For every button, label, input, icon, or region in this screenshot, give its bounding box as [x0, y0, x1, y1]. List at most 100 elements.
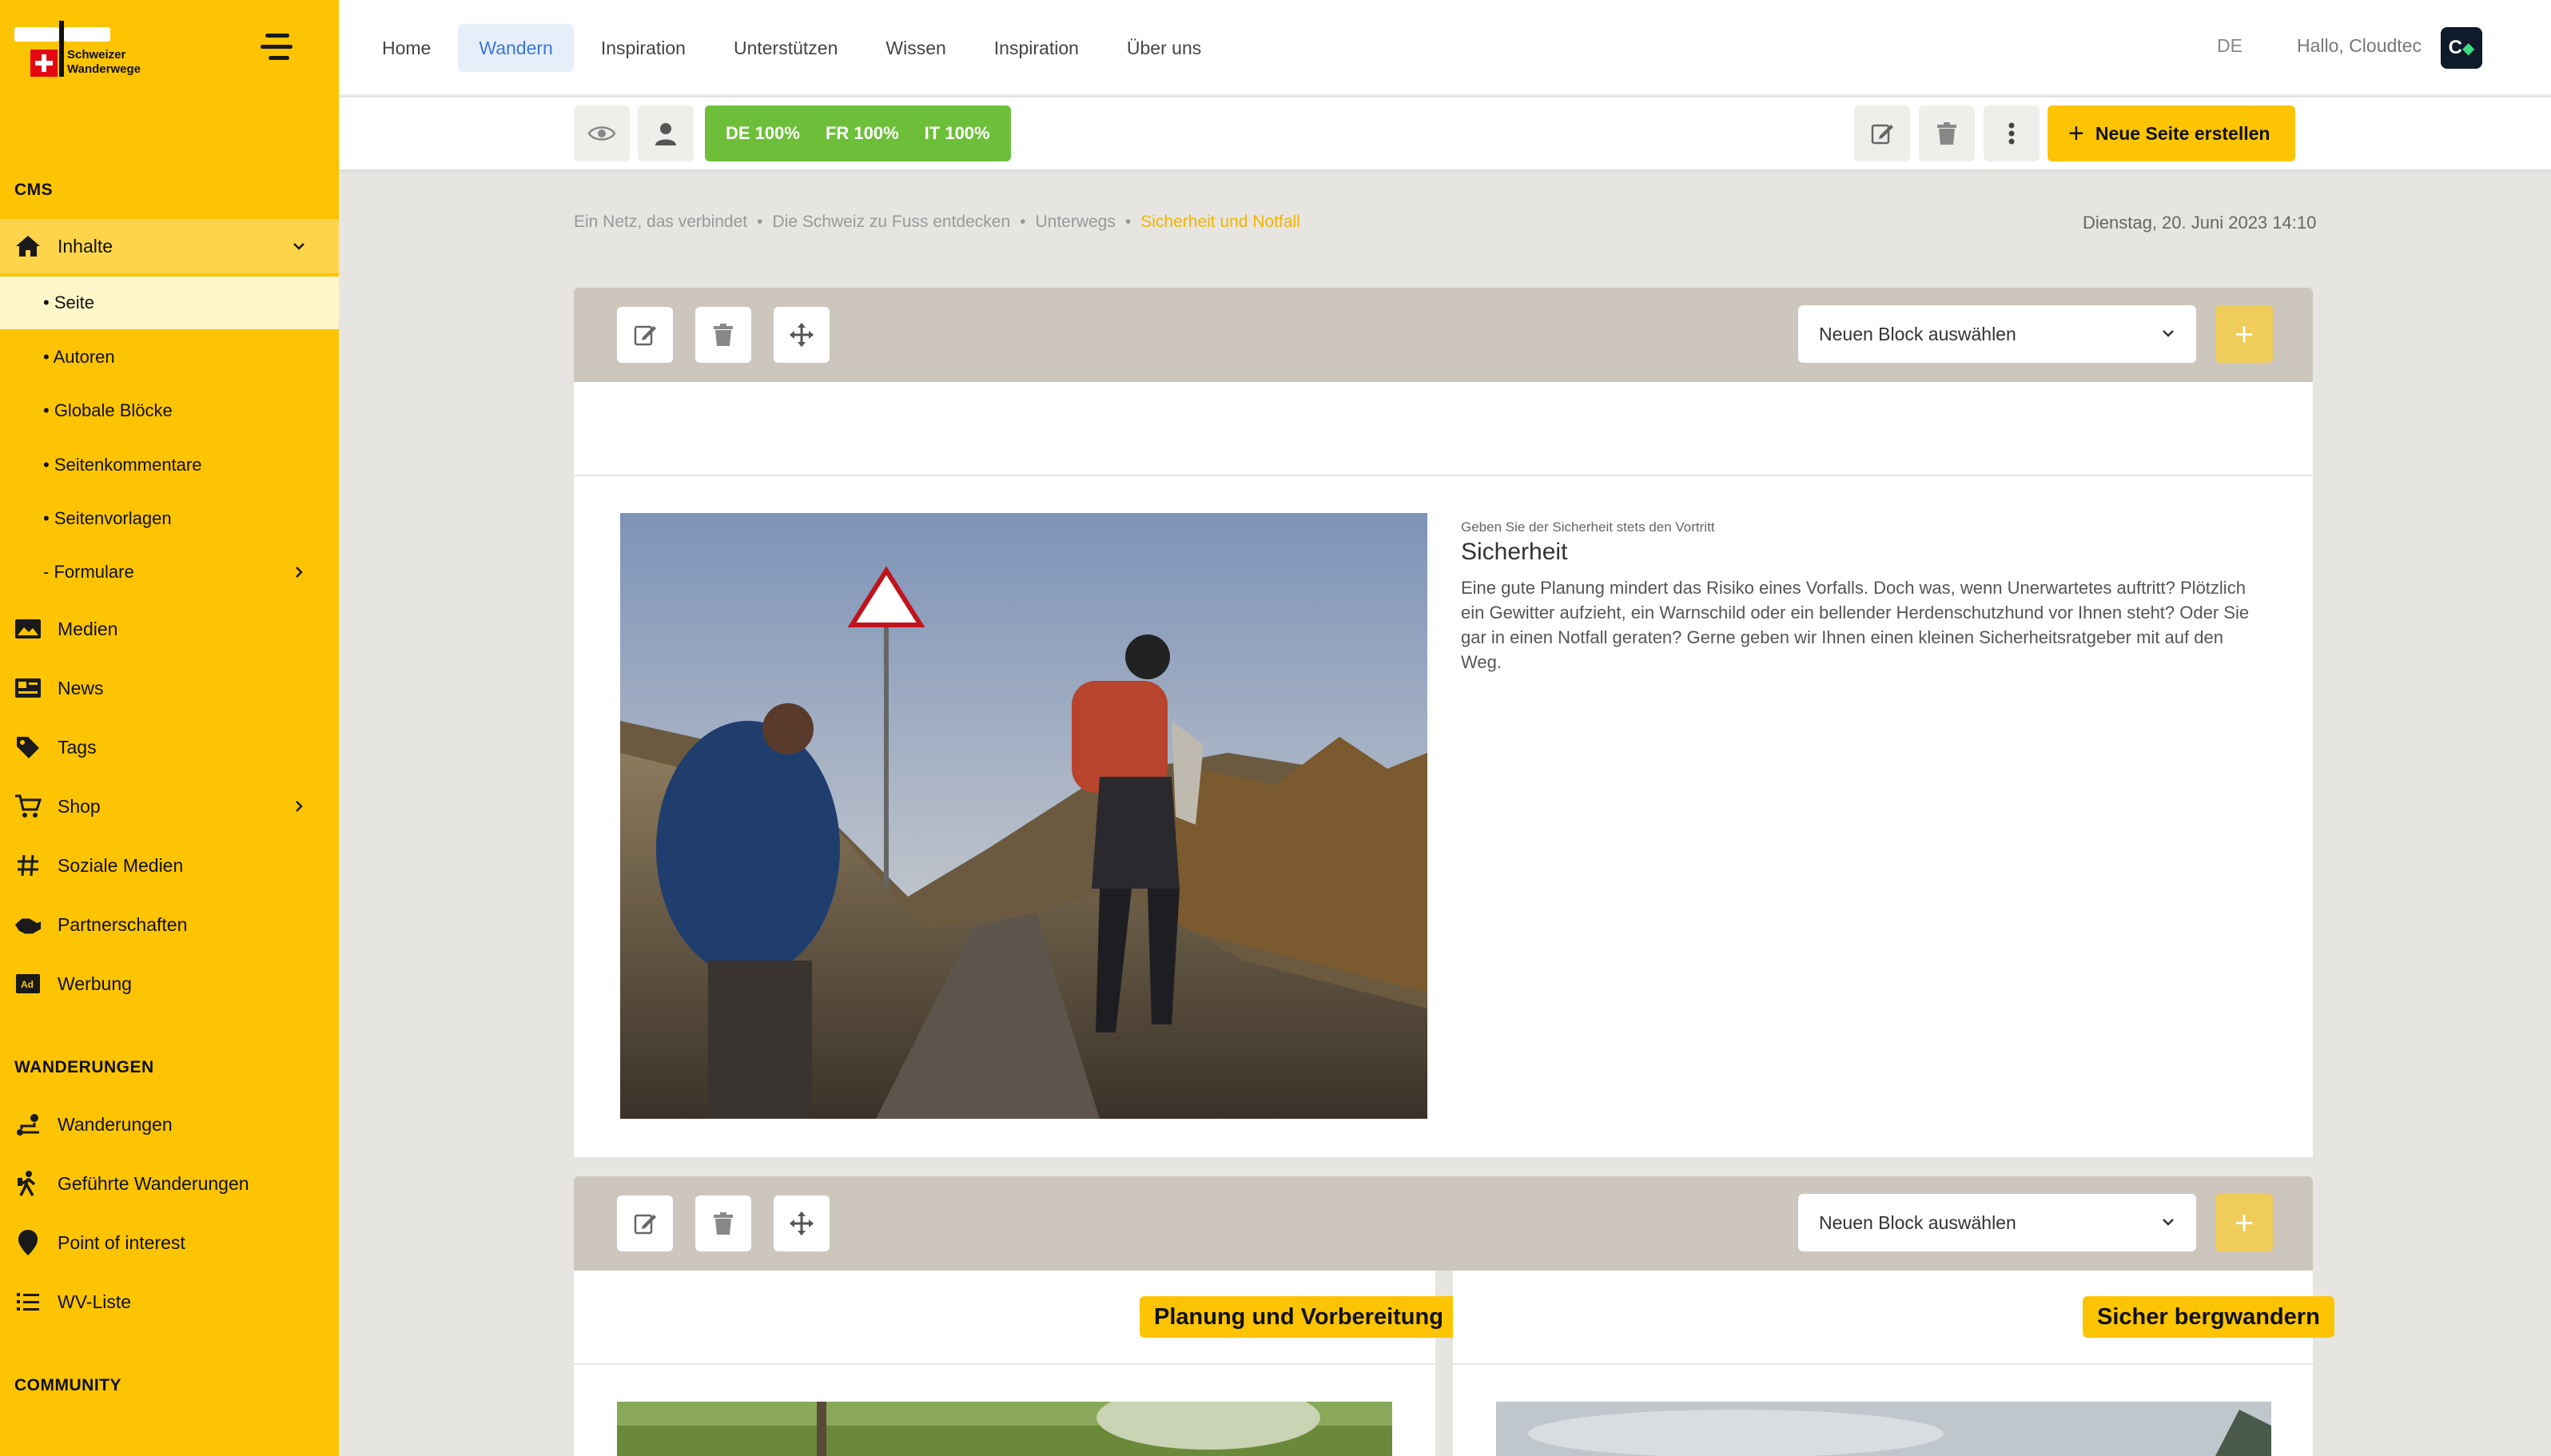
- home-icon: [14, 233, 42, 260]
- block-type-select[interactable]: Neuen Block auswählen: [1798, 305, 2196, 363]
- edit-block-button[interactable]: [617, 307, 673, 363]
- move-block-button[interactable]: [774, 307, 830, 363]
- add-block-button[interactable]: +: [2215, 305, 2273, 363]
- logo-text-line2: Wanderwege: [67, 62, 141, 76]
- breadcrumb-separator: •: [1020, 213, 1026, 231]
- block-toolbar: Neuen Block auswählen +: [574, 288, 2313, 382]
- nav-inspiration-2[interactable]: Inspiration: [973, 24, 1100, 72]
- logo-text-line1: Schweizer: [67, 48, 126, 62]
- handshake-icon: [14, 911, 42, 938]
- nav-wandern[interactable]: Wandern: [458, 24, 574, 72]
- nav-wissen[interactable]: Wissen: [865, 24, 966, 72]
- trash-icon: [1937, 122, 1956, 145]
- block-kicker: Geben Sie der Sicherheit stets den Vortr…: [1461, 519, 1715, 535]
- block-select-value: Neuen Block auswählen: [1819, 1211, 2016, 1233]
- nav-ueber-uns[interactable]: Über uns: [1106, 24, 1222, 72]
- nav-unterstuetzen[interactable]: Unterstützen: [713, 24, 858, 72]
- lang-status-de[interactable]: DE 100%: [713, 123, 813, 144]
- logo-post: [59, 21, 64, 77]
- breadcrumb: Ein Netz, das verbindet • Die Schweiz zu…: [574, 213, 1300, 232]
- sidebar-item-partnerschaften[interactable]: Partnerschaften: [0, 897, 339, 952]
- sidebar-item-werbung[interactable]: Ad Werbung: [0, 957, 339, 1011]
- map-pin-icon: [14, 1229, 42, 1256]
- sidebar-subitem-globale-bloecke[interactable]: • Globale Blöcke: [0, 384, 339, 437]
- edit-block-button[interactable]: [617, 1195, 673, 1251]
- cart-icon: [14, 793, 42, 820]
- translation-status: DE 100% FR 100% IT 100%: [705, 105, 1011, 161]
- delete-block-button[interactable]: [695, 1195, 751, 1251]
- preview-button[interactable]: [574, 105, 630, 161]
- teaser-photo-left: [617, 1402, 1392, 1456]
- sidebar-item-label: Geführte Wanderungen: [58, 1172, 249, 1194]
- sidebar-subitem-formulare[interactable]: - Formulare: [0, 546, 339, 599]
- sidebar-item-point-of-interest[interactable]: Point of interest: [0, 1215, 339, 1270]
- sidebar-item-inhalte[interactable]: Inhalte: [0, 219, 339, 273]
- newspaper-icon: [14, 674, 42, 702]
- sidebar-subitem-label: • Seite: [43, 292, 94, 312]
- menu-toggle-icon[interactable]: [261, 34, 296, 61]
- more-options-button[interactable]: [1984, 105, 2040, 161]
- new-page-label: Neue Seite erstellen: [2095, 122, 2270, 144]
- hikers-photo[interactable]: [620, 513, 1427, 1119]
- svg-text:Ad: Ad: [21, 979, 34, 990]
- language-switch[interactable]: DE: [2217, 35, 2243, 57]
- breadcrumb-item[interactable]: Die Schweiz zu Fuss entdecken: [772, 213, 1010, 232]
- teaser-tag-right: Sicher bergwandern: [2083, 1296, 2334, 1338]
- new-page-button[interactable]: + Neue Seite erstellen: [2048, 105, 2295, 161]
- sidebar-subitem-autoren[interactable]: • Autoren: [0, 331, 339, 384]
- sidebar-item-wanderungen[interactable]: Wanderungen: [0, 1097, 339, 1152]
- sidebar-item-gefuehrte-wanderungen[interactable]: Geführte Wanderungen: [0, 1156, 339, 1211]
- sidebar-item-shop[interactable]: Shop: [0, 779, 339, 833]
- list-icon: [14, 1288, 42, 1315]
- trash-icon: [714, 324, 733, 346]
- logo-sign-right: [64, 27, 110, 42]
- delete-page-button[interactable]: [1919, 105, 1975, 161]
- sidebar-subitem-seite[interactable]: • Seite: [0, 276, 339, 329]
- nav-home[interactable]: Home: [361, 24, 452, 72]
- sidebar-subitem-seitenvorlagen[interactable]: • Seitenvorlagen: [0, 492, 339, 545]
- more-vertical-icon: [2008, 122, 2015, 145]
- hashtag-icon: [14, 852, 42, 879]
- divider: [574, 1363, 1435, 1365]
- sidebar-item-label: Soziale Medien: [58, 854, 184, 876]
- sidebar-subitem-label: - Formulare: [43, 562, 134, 582]
- breadcrumb-separator: •: [1124, 213, 1132, 231]
- logo-sign-left: [14, 27, 59, 42]
- block-type-select[interactable]: Neuen Block auswählen: [1798, 1194, 2196, 1251]
- block-content: Geben Sie der Sicherheit stets den Vortr…: [574, 382, 2313, 1157]
- section-title-wanderungen: WANDERUNGEN: [14, 1058, 154, 1076]
- sidebar-item-label: Wanderungen: [58, 1113, 173, 1135]
- breadcrumb-item[interactable]: Ein Netz, das verbindet: [574, 213, 747, 232]
- logo[interactable]: Schweizer Wanderwege: [14, 18, 158, 82]
- sidebar-item-tags[interactable]: Tags: [0, 720, 339, 774]
- nav-inspiration[interactable]: Inspiration: [580, 24, 706, 72]
- last-modified-date: Dienstag, 20. Juni 2023 14:10: [2083, 213, 2317, 233]
- author-button[interactable]: [638, 105, 694, 161]
- breadcrumb-item[interactable]: Unterwegs: [1035, 213, 1115, 232]
- block-title: Sicherheit: [1461, 539, 1568, 565]
- sidebar-item-medien[interactable]: Medien: [0, 602, 339, 656]
- section-title-community: COMMUNITY: [14, 1376, 121, 1394]
- sidebar-item-wv-liste[interactable]: WV-Liste: [0, 1275, 339, 1329]
- teaser-photo-right: [1496, 1402, 2271, 1456]
- user-icon: [655, 123, 676, 145]
- add-block-button[interactable]: +: [2215, 1194, 2273, 1251]
- move-block-button[interactable]: [774, 1195, 830, 1251]
- edit-page-button[interactable]: [1854, 105, 1910, 161]
- sidebar-subitem-label: • Seitenkommentare: [43, 455, 202, 475]
- image-icon: [14, 615, 42, 642]
- breadcrumb-current: Sicherheit und Notfall: [1140, 213, 1300, 231]
- sidebar-item-news[interactable]: News: [0, 661, 339, 715]
- chevron-right-icon: [296, 801, 303, 812]
- avatar[interactable]: C ◆: [2441, 27, 2482, 69]
- lang-status-fr[interactable]: FR 100%: [813, 123, 912, 144]
- sidebar-subitem-label: • Seitenvorlagen: [43, 508, 172, 528]
- chevron-down-icon: [2163, 1219, 2174, 1226]
- sidebar-item-label: Medien: [58, 618, 118, 639]
- sidebar-subitem-seitenkommentare[interactable]: • Seitenkommentare: [0, 439, 339, 491]
- lang-status-it[interactable]: IT 100%: [912, 123, 1003, 144]
- pencil-icon: [1871, 124, 1893, 145]
- sidebar-item-soziale-medien[interactable]: Soziale Medien: [0, 838, 339, 893]
- trash-icon: [714, 1212, 733, 1235]
- delete-block-button[interactable]: [695, 307, 751, 363]
